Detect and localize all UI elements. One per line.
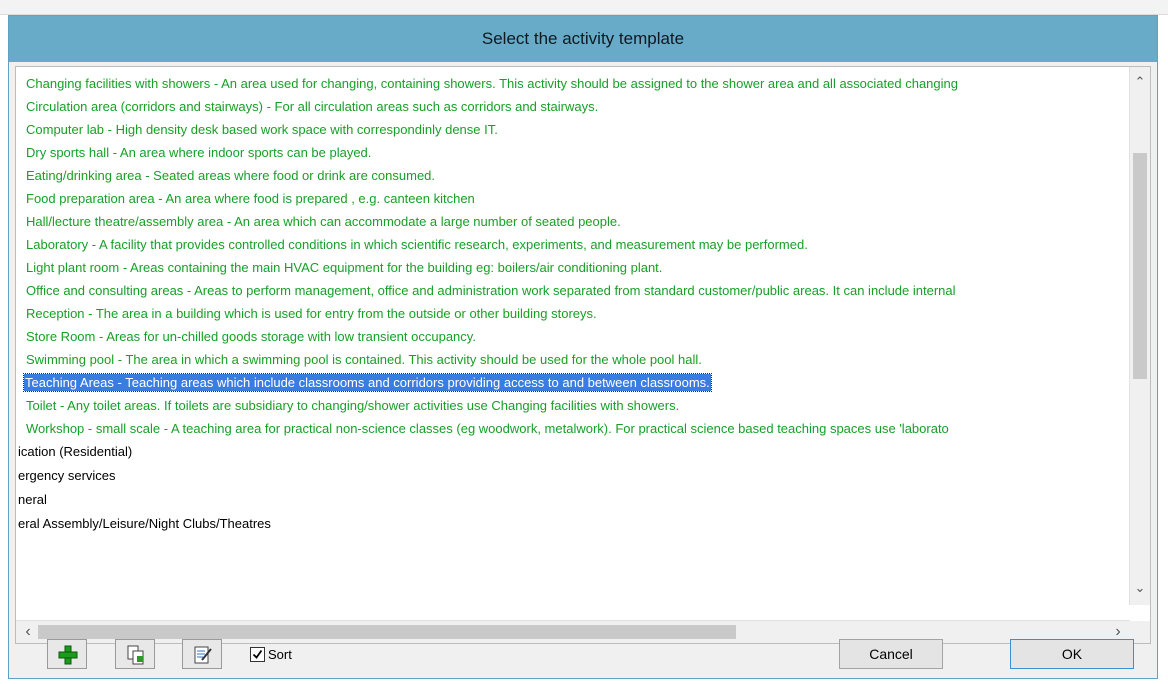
add-template-button[interactable] [47,639,87,669]
list-item[interactable]: Food preparation area - An area where fo… [26,188,475,210]
copy-template-button[interactable] [115,639,155,669]
list-item[interactable]: Computer lab - High density desk based w… [26,119,498,141]
scroll-down-icon[interactable]: ⌄ [1130,579,1150,597]
list-item[interactable]: Circulation area (corridors and stairway… [26,96,598,118]
background-window-edge [0,0,1168,15]
vertical-scroll-thumb[interactable] [1133,153,1147,379]
list-content: Changing facilities with showers - An ar… [16,67,1130,605]
list-item[interactable]: Changing facilities with showers - An ar… [26,73,958,95]
vertical-scrollbar[interactable]: ⌃ ⌄ [1129,67,1150,605]
scroll-up-icon[interactable]: ⌃ [1130,73,1150,91]
sort-label: Sort [268,647,292,662]
list-item-selected[interactable]: Teaching Areas - Teaching areas which in… [23,372,712,394]
cancel-button[interactable]: Cancel [839,639,943,669]
ok-button[interactable]: OK [1010,639,1134,669]
list-item[interactable]: Office and consulting areas - Areas to p… [26,280,956,302]
checkmark-icon [252,650,263,659]
sort-checkbox-wrapper[interactable]: Sort [250,646,292,664]
list-item[interactable]: Toilet - Any toilet areas. If toilets ar… [26,395,679,417]
list-item[interactable]: Eating/drinking area - Seated areas wher… [26,165,435,187]
activity-template-dialog: Select the activity template Changing fa… [8,15,1158,679]
window: Select the activity template Changing fa… [0,0,1168,684]
category-item[interactable]: neral [18,489,47,511]
horizontal-scroll-thumb[interactable] [38,625,736,639]
list-item[interactable]: Swimming pool - The area in which a swim… [26,349,702,371]
category-item[interactable]: ergency services [18,465,116,487]
list-item[interactable]: Light plant room - Areas containing the … [26,257,662,279]
plus-icon [58,645,78,665]
dialog-title: Select the activity template [9,16,1157,62]
category-item[interactable]: eral Assembly/Leisure/Night Clubs/Theatr… [18,513,271,535]
sort-checkbox[interactable] [250,647,265,663]
copy-icon [127,645,144,665]
list-item[interactable]: Reception - The area in a building which… [26,303,597,325]
edit-icon [194,646,212,664]
list-item[interactable]: Dry sports hall - An area where indoor s… [26,142,371,164]
list-item[interactable]: Hall/lecture theatre/assembly area - An … [26,211,621,233]
list-item[interactable]: Store Room - Areas for un-chilled goods … [26,326,476,348]
scroll-left-icon[interactable]: ‹ [18,621,38,643]
edit-template-button[interactable] [182,639,222,669]
list-item[interactable]: Workshop - small scale - A teaching area… [26,418,949,440]
category-item[interactable]: ication (Residential) [18,441,132,463]
list-item[interactable]: Laboratory - A facility that provides co… [26,234,808,256]
activity-template-list[interactable]: Changing facilities with showers - An ar… [15,66,1151,644]
